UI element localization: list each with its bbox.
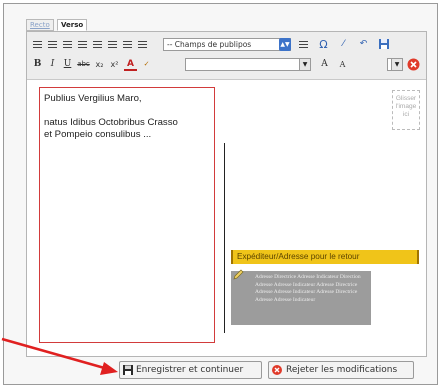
address-line (44, 105, 214, 117)
strikethrough-button[interactable]: abc (76, 58, 91, 71)
editor-toolbar: -- Champs de publipos ▲▼ Ω ⁄ ↶ B I U abc… (27, 32, 426, 80)
chevron-down-icon: ▼ (391, 59, 402, 70)
pencil-icon[interactable] (232, 269, 244, 281)
align-center-icon[interactable] (106, 38, 119, 51)
bold-button[interactable]: B (31, 58, 44, 71)
document-area[interactable]: Publius Vergilius Maro, natus Idibus Oct… (27, 81, 426, 356)
reject-changes-button[interactable]: Rejeter les modifications (268, 361, 414, 379)
undo-icon[interactable]: ↶ (357, 38, 370, 51)
italic-button[interactable]: I (46, 58, 59, 71)
styles-select-value: -- Champs de publipos (167, 40, 252, 49)
align-left-icon[interactable] (91, 38, 104, 51)
divider (224, 143, 225, 333)
sender-address-block[interactable]: Adresse Directrice Adresse Indicateur Di… (231, 271, 371, 325)
address-line: natus Idibus Octobribus Crasso (44, 117, 178, 128)
save-disk-icon[interactable] (377, 38, 390, 51)
superscript-button[interactable]: x² (108, 58, 121, 71)
align-justify-icon[interactable] (136, 38, 149, 51)
spellcheck-icon[interactable]: ✓ (140, 58, 153, 71)
subscript-button[interactable]: x₂ (93, 58, 106, 71)
font-shrink-button[interactable]: A (336, 58, 349, 71)
reject-button-label: Rejeter les modifications (286, 365, 398, 375)
image-drop-zone[interactable]: Glisser l'image ici (392, 90, 420, 130)
outdent-icon[interactable] (61, 38, 74, 51)
rich-text-editor: -- Champs de publipos ▲▼ Ω ⁄ ↶ B I U abc… (26, 31, 427, 357)
styles-select[interactable]: -- Champs de publipos ▲▼ (163, 38, 291, 51)
indent-icon[interactable] (76, 38, 89, 51)
special-char-icon[interactable]: Ω (317, 38, 330, 51)
remove-format-icon[interactable]: ⁄ (337, 38, 350, 51)
close-icon[interactable] (407, 58, 420, 71)
ordered-list-icon[interactable] (31, 38, 44, 51)
line-spacing-icon[interactable] (297, 38, 310, 51)
size-select[interactable]: ▼ (387, 58, 403, 71)
save-continue-button[interactable]: Enregistrer et continuer (119, 361, 262, 379)
address-line: et Pompeio consulibus ... (44, 129, 152, 140)
sender-address-label: Expéditeur/Adresse pour le retour (231, 250, 419, 264)
save-button-label: Enregistrer et continuer (136, 365, 244, 375)
cancel-icon (272, 365, 282, 375)
tab-recto[interactable]: Recto (26, 19, 54, 31)
align-right-icon[interactable] (121, 38, 134, 51)
font-select[interactable]: ▼ (185, 58, 311, 71)
recipient-address-area[interactable]: Publius Vergilius Maro, natus Idibus Oct… (39, 87, 215, 343)
tab-verso[interactable]: Verso (57, 19, 88, 31)
save-disk-icon (123, 365, 133, 375)
chevron-down-icon: ▲▼ (279, 38, 291, 51)
text-color-button[interactable]: A (124, 58, 137, 71)
address-line: Publius Vergilius Maro, (44, 93, 142, 104)
unordered-list-icon[interactable] (46, 38, 59, 51)
underline-button[interactable]: U (61, 58, 74, 71)
font-grow-button[interactable]: A (318, 58, 331, 71)
chevron-down-icon: ▼ (299, 59, 310, 70)
